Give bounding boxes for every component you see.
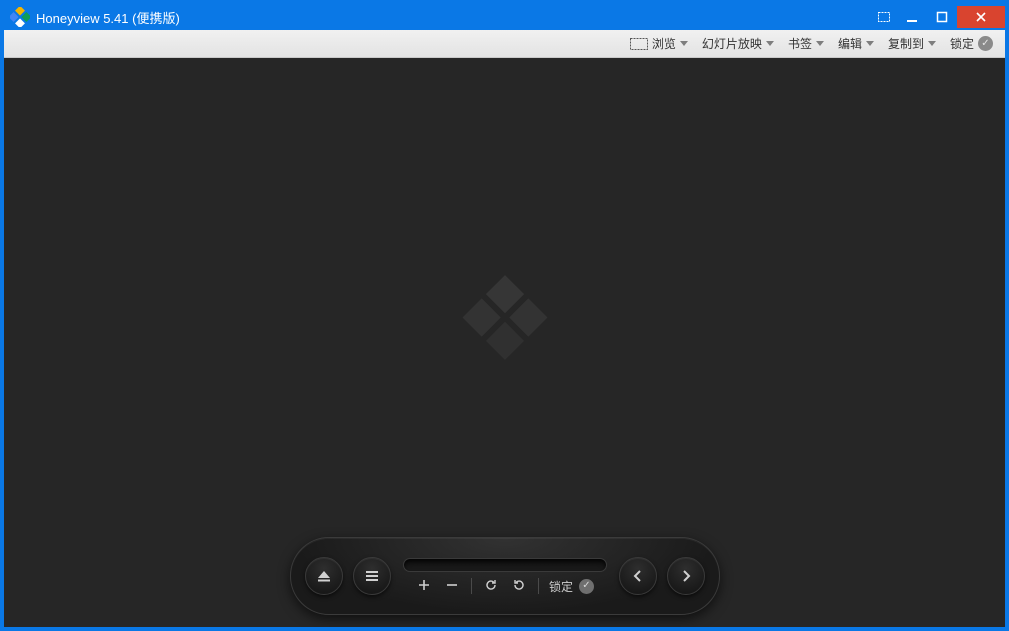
- position-slider[interactable]: [403, 558, 607, 572]
- previous-button[interactable]: [619, 557, 657, 595]
- chevron-down-icon: [928, 41, 936, 46]
- slideshow-label: 幻灯片放映: [702, 35, 762, 52]
- plus-icon: [418, 579, 430, 591]
- check-circle-icon: ✓: [978, 36, 993, 51]
- panel-lock-label: 锁定: [549, 578, 573, 595]
- edit-label: 编辑: [838, 35, 862, 52]
- chevron-left-icon: [631, 569, 645, 583]
- lock-toggle[interactable]: 锁定 ✓: [946, 33, 997, 54]
- chevron-down-icon: [766, 41, 774, 46]
- menu-icon: [364, 568, 380, 584]
- edit-menu[interactable]: 编辑: [834, 33, 878, 54]
- rotate-ccw-icon: [484, 578, 498, 592]
- open-button[interactable]: [305, 557, 343, 595]
- window-title: Honeyview 5.41 (便携版): [36, 8, 180, 27]
- chevron-down-icon: [816, 41, 824, 46]
- app-icon: [10, 7, 30, 27]
- panel-lock-toggle[interactable]: 锁定 ✓: [549, 578, 594, 595]
- view-mode-button[interactable]: 浏览: [626, 33, 692, 54]
- divider: [471, 578, 472, 594]
- rotate-cw-icon: [512, 578, 526, 592]
- minimize-button[interactable]: [897, 6, 927, 28]
- slideshow-menu[interactable]: 幻灯片放映: [698, 33, 778, 54]
- fit-screen-icon: [630, 38, 648, 50]
- check-circle-icon: ✓: [579, 579, 594, 594]
- close-button[interactable]: [957, 6, 1005, 28]
- bookmark-label: 书签: [788, 35, 812, 52]
- toolbar: 浏览 幻灯片放映 书签 编辑 复制到 锁定 ✓: [4, 30, 1005, 58]
- rotate-left-button[interactable]: [482, 578, 500, 595]
- image-viewport[interactable]: 锁定 ✓: [4, 58, 1005, 627]
- panel-center: 锁定 ✓: [401, 558, 609, 595]
- eject-icon: [316, 568, 332, 584]
- divider: [538, 578, 539, 594]
- menu-button[interactable]: [353, 557, 391, 595]
- maximize-button[interactable]: [927, 6, 957, 28]
- bookmark-menu[interactable]: 书签: [784, 33, 828, 54]
- rotate-right-button[interactable]: [510, 578, 528, 595]
- fullscreen-button[interactable]: [871, 6, 897, 28]
- zoom-out-button[interactable]: [443, 578, 461, 594]
- chevron-down-icon: [866, 41, 874, 46]
- chevron-right-icon: [679, 569, 693, 583]
- control-panel: 锁定 ✓: [290, 537, 720, 615]
- copyto-menu[interactable]: 复制到: [884, 33, 940, 54]
- panel-tools-row: 锁定 ✓: [403, 578, 607, 595]
- placeholder-logo-icon: [460, 272, 550, 367]
- browse-label: 浏览: [652, 35, 676, 52]
- next-button[interactable]: [667, 557, 705, 595]
- copyto-label: 复制到: [888, 35, 924, 52]
- title-bar[interactable]: Honeyview 5.41 (便携版): [4, 4, 1005, 30]
- app-window: Honeyview 5.41 (便携版) 浏览 幻灯片放映 书签: [0, 0, 1009, 631]
- lock-label: 锁定: [950, 35, 974, 52]
- zoom-in-button[interactable]: [415, 578, 433, 594]
- chevron-down-icon: [680, 41, 688, 46]
- minus-icon: [446, 579, 458, 591]
